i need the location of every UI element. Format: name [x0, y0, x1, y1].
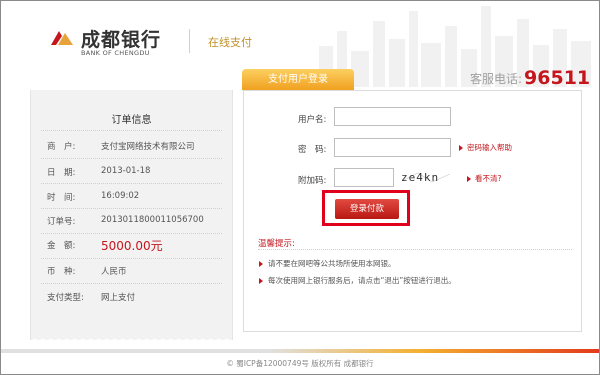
order-value: 16:09:02: [101, 191, 140, 201]
receipt-edge: [31, 337, 232, 342]
order-info-title: 订单信息: [111, 115, 152, 126]
header-divider: [189, 29, 190, 53]
bank-name-en: BANK OF CHENGDU: [81, 49, 150, 57]
captcha-label: 附加码:: [298, 176, 327, 186]
order-label: 订单号:: [47, 217, 76, 227]
order-row-time: 时 间: 16:09:02: [31, 191, 232, 207]
divider: [258, 249, 572, 250]
order-value: 人民币: [101, 267, 127, 277]
tip-item: 每次使用网上银行服务后，请点击“退出”按钮进行退出。: [268, 276, 456, 285]
captcha-refresh-link[interactable]: 看不清?: [475, 173, 501, 184]
hotline-number: 96511: [524, 67, 591, 89]
arrow-right-icon: [259, 261, 263, 267]
order-label: 时 间:: [47, 193, 76, 203]
order-info-panel: 订单信息 商 户: 支付宝网络技术有限公司 日 期: 2013-01-18 时 …: [30, 87, 233, 342]
divider: [41, 158, 222, 159]
order-label: 支付类型:: [47, 293, 84, 303]
order-row-merchant: 商 户: 支付宝网络技术有限公司: [31, 140, 232, 156]
order-value: 2013-01-18: [101, 166, 151, 176]
order-row-paytype: 支付类型: 网上支付: [31, 291, 232, 307]
order-value: 2013011800011056700: [101, 215, 204, 225]
order-amount-value: 5000.00元: [101, 239, 163, 253]
arrow-right-icon: [259, 278, 263, 284]
username-input[interactable]: [334, 107, 451, 126]
order-label: 日 期:: [47, 168, 76, 178]
login-panel: [243, 90, 582, 332]
tab-payment-login[interactable]: 支付用户登录: [242, 69, 354, 90]
arrow-right-icon: [467, 176, 471, 182]
order-row-date: 日 期: 2013-01-18: [31, 166, 232, 182]
captcha-image[interactable]: ze4kn: [401, 171, 457, 185]
order-row-number: 订单号: 2013011800011056700: [31, 215, 232, 231]
bank-logo-icon: [51, 31, 73, 45]
divider: [41, 130, 222, 131]
captcha-input[interactable]: [334, 168, 394, 187]
footer-bar: [1, 349, 599, 353]
divider: [41, 233, 222, 234]
tip-item: 请不要在网吧等公共场所使用本网银。: [268, 259, 396, 268]
divider: [41, 208, 222, 209]
footer-copyright: © 蜀ICP备12000749号 版权所有 成都银行: [226, 359, 374, 368]
order-row-amount: 金 额: 5000.00元: [31, 239, 232, 255]
order-row-currency: 币 种: 人民币: [31, 265, 232, 281]
order-label: 币 种:: [47, 267, 76, 277]
password-label: 密 码:: [298, 145, 327, 155]
order-value: 支付宝网络技术有限公司: [101, 142, 195, 152]
button-highlight-box: [322, 190, 410, 226]
section-title: 在线支付: [208, 36, 252, 49]
divider: [41, 258, 222, 259]
divider: [41, 283, 222, 284]
bank-name-cn: 成都银行: [81, 29, 162, 51]
order-value: 网上支付: [101, 293, 136, 303]
tips-title: 温馨提示:: [258, 239, 295, 249]
password-help-link[interactable]: 密码输入帮助: [467, 142, 512, 153]
divider: [41, 183, 222, 184]
arrow-right-icon: [459, 145, 463, 151]
order-label: 金 额:: [47, 241, 76, 251]
password-input[interactable]: [334, 138, 451, 157]
hotline-label: 客服电话:: [470, 72, 523, 86]
customer-hotline: 客服电话: 96511: [470, 66, 591, 89]
username-label: 用户名:: [298, 115, 327, 125]
order-label: 商 户:: [47, 142, 76, 152]
receipt-edge: [31, 87, 232, 92]
